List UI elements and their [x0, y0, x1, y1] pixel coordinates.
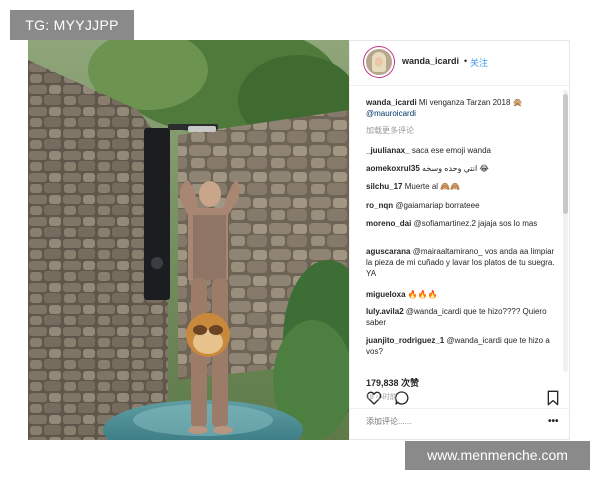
comment-username[interactable]: aguscarana [366, 247, 410, 256]
comment-text: انتي وحده وسخه 😂 [422, 164, 489, 173]
comments-scrollbar[interactable] [563, 90, 568, 372]
list-item: _juulianax_ saca ese emoji wanda [366, 145, 556, 156]
comment-username[interactable]: aomekoxrul35 [366, 164, 420, 173]
more-options-button[interactable]: ••• [548, 416, 559, 427]
post-header: wanda_icardi • 关注 [350, 40, 571, 86]
author-username[interactable]: wanda_icardi [402, 56, 459, 66]
caption: wanda_icardi Mi venganza Tarzan 2018 🙊 @… [366, 97, 556, 119]
likes-count[interactable]: 179,838 次赞 [366, 376, 419, 389]
comment-text: Muerte al 🙈🙈 [404, 182, 461, 191]
list-item: juanjito_rodriguez_1 @wanda_icardi que t… [366, 335, 556, 357]
caption-text: Mi venganza Tarzan 2018 🙊 [418, 98, 523, 107]
comment-text: 🔥🔥🔥 [407, 290, 438, 299]
comment-username[interactable]: silchu_17 [366, 182, 402, 191]
list-item: moreno_dai @sofiamartinez.2 jajaja sos l… [366, 218, 556, 229]
comment-username[interactable]: migueloxa [366, 290, 406, 299]
list-item: silchu_17 Muerte al 🙈🙈 [366, 181, 556, 192]
comment-username[interactable]: moreno_dai [366, 219, 411, 228]
comment-username[interactable]: luly.avila2 [366, 307, 404, 316]
dot-separator: • [464, 56, 468, 66]
load-more-comments[interactable]: 加载更多评论 [366, 125, 556, 136]
comment-text: @sofiamartinez.2 jajaja sos lo mas [413, 219, 538, 228]
caption-mention[interactable]: @mauroicardi [366, 109, 416, 118]
watermark-top: TG: MYYJJPP [10, 10, 134, 40]
post-details-panel: wanda_icardi • 关注 wanda_icardi Mi vengan… [349, 40, 571, 440]
comment-text: @gaiamariap borrateee [395, 201, 480, 210]
divider [350, 408, 571, 409]
list-item: migueloxa 🔥🔥🔥 [366, 289, 556, 300]
bookmark-icon[interactable] [545, 390, 561, 406]
comment-username[interactable]: _juulianax_ [366, 146, 410, 155]
list-item: aomekoxrul35 انتي وحده وسخه 😂 [366, 163, 556, 174]
post-photo[interactable] [28, 40, 349, 440]
caption-username[interactable]: wanda_icardi [366, 98, 417, 107]
comments-list[interactable]: wanda_icardi Mi venganza Tarzan 2018 🙊 @… [350, 87, 560, 375]
add-comment-input[interactable] [366, 417, 516, 426]
scrollbar-thumb[interactable] [563, 94, 568, 214]
avatar[interactable] [364, 47, 394, 77]
shower-photo-illustration [28, 40, 349, 440]
list-item: aguscarana @mairaaltamirano_ vos anda aa… [366, 246, 556, 279]
comment-username[interactable]: ro_nqn [366, 201, 393, 210]
comment-username[interactable]: juanjito_rodriguez_1 [366, 336, 444, 345]
list-item: luly.avila2 @wanda_icardi que te hizo???… [366, 306, 556, 328]
follow-button[interactable]: 关注 [470, 56, 488, 69]
list-item: ro_nqn @gaiamariap borrateee [366, 200, 556, 211]
monkey-emoji-censor [186, 313, 230, 357]
watermark-bottom: www.menmenche.com [405, 441, 590, 470]
post-time: 18 小时前 [366, 394, 397, 401]
comment-text: saca ese emoji wanda [411, 146, 491, 155]
